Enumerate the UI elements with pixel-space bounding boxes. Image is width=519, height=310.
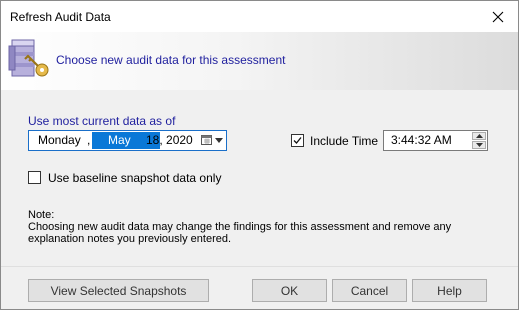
- view-selected-snapshots-button[interactable]: View Selected Snapshots: [28, 279, 209, 302]
- calendar-icon: [201, 135, 212, 145]
- time-value[interactable]: 3:44:32 AM: [391, 133, 452, 147]
- title-bar: Refresh Audit Data: [1, 1, 518, 32]
- time-spinner[interactable]: [472, 132, 486, 149]
- spin-down-icon: [475, 143, 483, 147]
- note-heading: Note:: [28, 209, 55, 221]
- date-separator: ,: [87, 133, 91, 147]
- note-line-1: Choosing new audit data may change the f…: [28, 221, 452, 233]
- footer-divider: [1, 266, 518, 267]
- note-block: Note: Choosing new audit data may change…: [28, 209, 498, 245]
- checkmark-icon: [293, 137, 302, 144]
- include-time-label[interactable]: Include Time: [310, 134, 378, 148]
- note-line-2: explanation notes you previously entered…: [28, 233, 232, 245]
- spin-up-icon: [475, 134, 483, 138]
- baseline-label[interactable]: Use baseline snapshot data only: [48, 171, 221, 185]
- window-title: Refresh Audit Data: [10, 10, 111, 24]
- calendar-dropdown-button[interactable]: [199, 133, 225, 148]
- chevron-down-icon: [215, 138, 223, 143]
- spin-down-button[interactable]: [472, 141, 486, 149]
- header-text: Choose new audit data for this assessmen…: [56, 53, 286, 67]
- time-input[interactable]: 3:44:32 AM: [383, 130, 488, 151]
- spin-up-button[interactable]: [472, 132, 486, 140]
- date-day[interactable]: Monday: [38, 133, 81, 147]
- ok-button[interactable]: OK: [252, 279, 327, 302]
- include-time-checkbox[interactable]: [291, 134, 304, 147]
- cancel-button[interactable]: Cancel: [332, 279, 407, 302]
- date-day-year[interactable]: 18, 2020: [146, 133, 193, 147]
- refresh-audit-data-dialog: Refresh Audit Data Choose new audit data…: [0, 0, 519, 310]
- date-section-label: Use most current data as of: [28, 114, 176, 128]
- close-icon: [492, 11, 504, 22]
- help-button[interactable]: Help: [412, 279, 487, 302]
- baseline-checkbox[interactable]: [28, 171, 41, 184]
- close-button[interactable]: [478, 1, 518, 32]
- date-month-text: May: [108, 133, 131, 147]
- date-picker[interactable]: Monday , May 18, 2020: [28, 130, 227, 151]
- database-key-icon: [8, 39, 49, 77]
- dialog-header: Choose new audit data for this assessmen…: [1, 32, 518, 90]
